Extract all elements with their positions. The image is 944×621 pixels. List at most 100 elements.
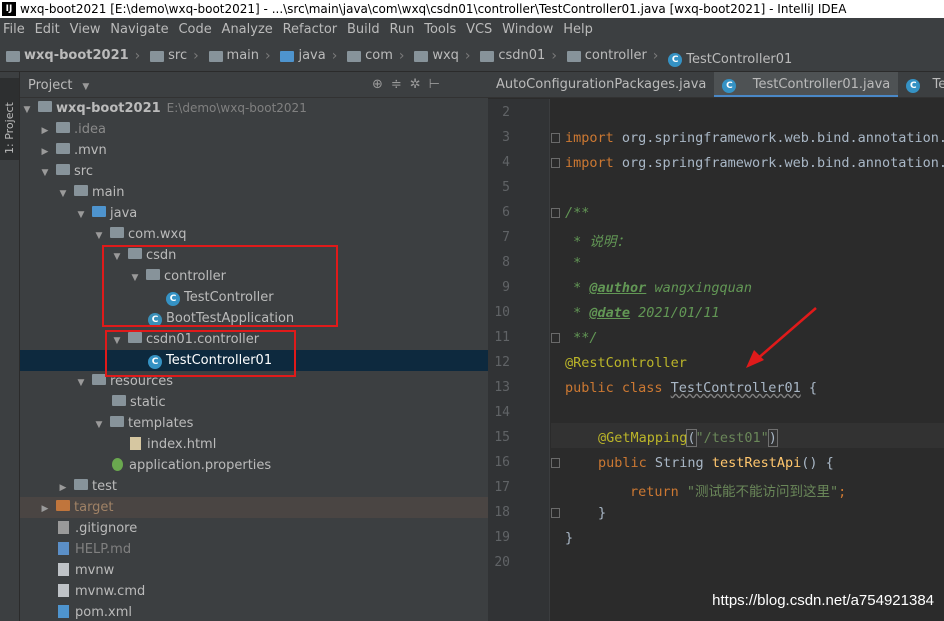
expand-arrow-icon[interactable]: ▼ xyxy=(40,163,50,184)
tree-item-main[interactable]: ▼ main xyxy=(20,182,488,203)
menu-edit[interactable]: Edit xyxy=(32,19,63,41)
code-line-19[interactable]: } xyxy=(565,530,573,546)
collapse-arrow-icon[interactable]: ▶ xyxy=(40,499,50,520)
expand-arrow-icon[interactable]: ▼ xyxy=(76,373,86,394)
project-folder-icon xyxy=(6,50,20,62)
breadcrumb-wxq[interactable]: wxq › xyxy=(414,40,471,72)
project-panel-title[interactable]: Project xyxy=(28,78,72,93)
menu-file[interactable]: File xyxy=(0,19,28,41)
menu-refactor[interactable]: Refactor xyxy=(280,19,341,41)
window-title: wxq-boot2021 [E:\demo\wxq-boot2021] - ..… xyxy=(20,2,847,16)
breadcrumb-java[interactable]: java › xyxy=(280,40,337,72)
tree-item-target[interactable]: ▶ target xyxy=(20,497,488,518)
code-line-3[interactable]: import org.springframework.web.bind.anno… xyxy=(565,130,944,146)
chevron-down-icon[interactable]: ▼ xyxy=(82,82,89,92)
watermark: https://blog.csdn.net/a754921384 xyxy=(712,592,934,609)
maven-file-icon xyxy=(58,605,69,618)
expand-arrow-icon[interactable]: ▼ xyxy=(22,100,32,121)
collapse-icon[interactable]: ≑ xyxy=(391,77,410,92)
folder-icon xyxy=(110,416,124,427)
breadcrumb-src[interactable]: src › xyxy=(150,40,199,72)
code-line-9[interactable]: * @author wangxingquan xyxy=(565,280,752,296)
collapse-arrow-icon[interactable]: ▶ xyxy=(58,478,68,499)
fold-icon[interactable] xyxy=(551,208,560,218)
line-number: 13 xyxy=(494,380,510,395)
code-line-12[interactable]: @RestController xyxy=(565,355,687,371)
menu-vcs[interactable]: VCS xyxy=(463,19,495,41)
fold-icon[interactable] xyxy=(551,508,560,518)
package-icon xyxy=(414,50,429,62)
code-line-10[interactable]: * @date 2021/01/11 xyxy=(565,305,719,321)
code-line-8[interactable]: * xyxy=(565,255,581,271)
window-titlebar: IJ wxq-boot2021 [E:\demo\wxq-boot2021] - … xyxy=(0,0,944,18)
breadcrumb-com[interactable]: com › xyxy=(347,40,405,72)
tree-item-src[interactable]: ▼ src xyxy=(20,161,488,182)
line-number: 7 xyxy=(502,230,510,245)
spring-properties-icon xyxy=(112,458,123,471)
expand-arrow-icon[interactable]: ▼ xyxy=(58,184,68,205)
menu-build[interactable]: Build xyxy=(344,19,383,41)
menu-view[interactable]: View xyxy=(67,19,104,41)
code-line-7[interactable]: * 说明： xyxy=(565,230,630,250)
fold-icon[interactable] xyxy=(551,458,560,468)
menu-run[interactable]: Run xyxy=(386,19,417,41)
breadcrumb-testcontroller01[interactable]: C TestController01 xyxy=(668,44,792,76)
project-tree: ▼ wxq-boot2021 E:\demo\wxq-boot2021 ▶ .idea… xyxy=(20,98,488,621)
code-line-13[interactable]: public class TestController01 { xyxy=(565,380,817,396)
collapse-arrow-icon[interactable]: ▶ xyxy=(40,121,50,142)
menu-window[interactable]: Window xyxy=(499,19,556,41)
code-line-18[interactable]: } xyxy=(598,505,606,521)
collapse-arrow-icon[interactable]: ▶ xyxy=(40,142,50,163)
menu-tools[interactable]: Tools xyxy=(421,19,459,41)
fold-icon[interactable] xyxy=(551,158,560,168)
code-line-17[interactable]: return "测试能不能访问到这里"; xyxy=(630,480,846,500)
tab-autoconfigurationpackages[interactable]: AutoConfigurationPackages.java xyxy=(488,72,714,97)
tree-item-mvn[interactable]: ▶ .mvn xyxy=(20,140,488,161)
tree-item-help-md[interactable]: HELP.md xyxy=(20,539,488,560)
menu-code[interactable]: Code xyxy=(175,19,214,41)
menu-help[interactable]: Help xyxy=(560,19,596,41)
folder-icon xyxy=(112,395,126,406)
code-line-16[interactable]: public String testRestApi() { xyxy=(598,455,834,471)
breadcrumb-main[interactable]: main › xyxy=(208,40,271,72)
expand-arrow-icon[interactable]: ▼ xyxy=(76,205,86,226)
tab-test[interactable]: C Test xyxy=(898,72,944,97)
tree-item-pom-xml[interactable]: pom.xml xyxy=(20,602,488,621)
tree-item-gitignore[interactable]: .gitignore xyxy=(20,518,488,539)
breadcrumb-controller[interactable]: controller › xyxy=(566,40,658,72)
tree-item-templates[interactable]: ▼ templates xyxy=(20,413,488,434)
fold-icon[interactable] xyxy=(551,133,560,143)
breadcrumb-csdn01[interactable]: csdn01 › xyxy=(480,40,557,72)
code-line-6[interactable]: /** xyxy=(565,205,589,221)
tree-item-mvnw[interactable]: mvnw xyxy=(20,560,488,581)
gear-icon[interactable]: ✲ xyxy=(410,77,429,92)
tree-item-idea[interactable]: ▶ .idea xyxy=(20,119,488,140)
expand-arrow-icon[interactable]: ▼ xyxy=(94,226,104,247)
menu-navigate[interactable]: Navigate xyxy=(107,19,171,41)
line-number: 18 xyxy=(494,505,510,520)
fold-icon[interactable] xyxy=(551,333,560,343)
menu-analyze[interactable]: Analyze xyxy=(219,19,276,41)
package-icon xyxy=(480,50,495,62)
tree-item-root[interactable]: ▼ wxq-boot2021 E:\demo\wxq-boot2021 xyxy=(20,98,488,119)
intellij-app-icon: IJ xyxy=(2,2,16,16)
tab-testcontroller01[interactable]: C TestController01.java xyxy=(714,72,899,97)
minimize-icon[interactable]: ⊢ xyxy=(429,77,448,92)
project-tool-tab[interactable]: 1: Project xyxy=(0,78,19,160)
tree-item-static[interactable]: static xyxy=(20,392,488,413)
code-line-11[interactable]: **/ xyxy=(565,330,597,346)
tree-item-com-wxq[interactable]: ▼ com.wxq xyxy=(20,224,488,245)
folder-icon xyxy=(74,185,88,196)
locate-icon[interactable]: ⊕ xyxy=(372,77,391,92)
expand-arrow-icon[interactable]: ▼ xyxy=(94,415,104,436)
code-line-4[interactable]: import org.springframework.web.bind.anno… xyxy=(565,155,944,171)
code-line-15[interactable]: @GetMapping("/test01") xyxy=(598,429,778,447)
line-number: 6 xyxy=(502,205,510,220)
tree-item-mvnw-cmd[interactable]: mvnw.cmd xyxy=(20,581,488,602)
tree-item-test[interactable]: ▶ test xyxy=(20,476,488,497)
tree-item-application-properties[interactable]: application.properties xyxy=(20,455,488,476)
tree-item-java[interactable]: ▼ java xyxy=(20,203,488,224)
excluded-folder-icon xyxy=(56,500,70,511)
breadcrumb-project[interactable]: wxq-boot2021 › xyxy=(6,40,140,72)
tree-item-index-html[interactable]: index.html xyxy=(20,434,488,455)
